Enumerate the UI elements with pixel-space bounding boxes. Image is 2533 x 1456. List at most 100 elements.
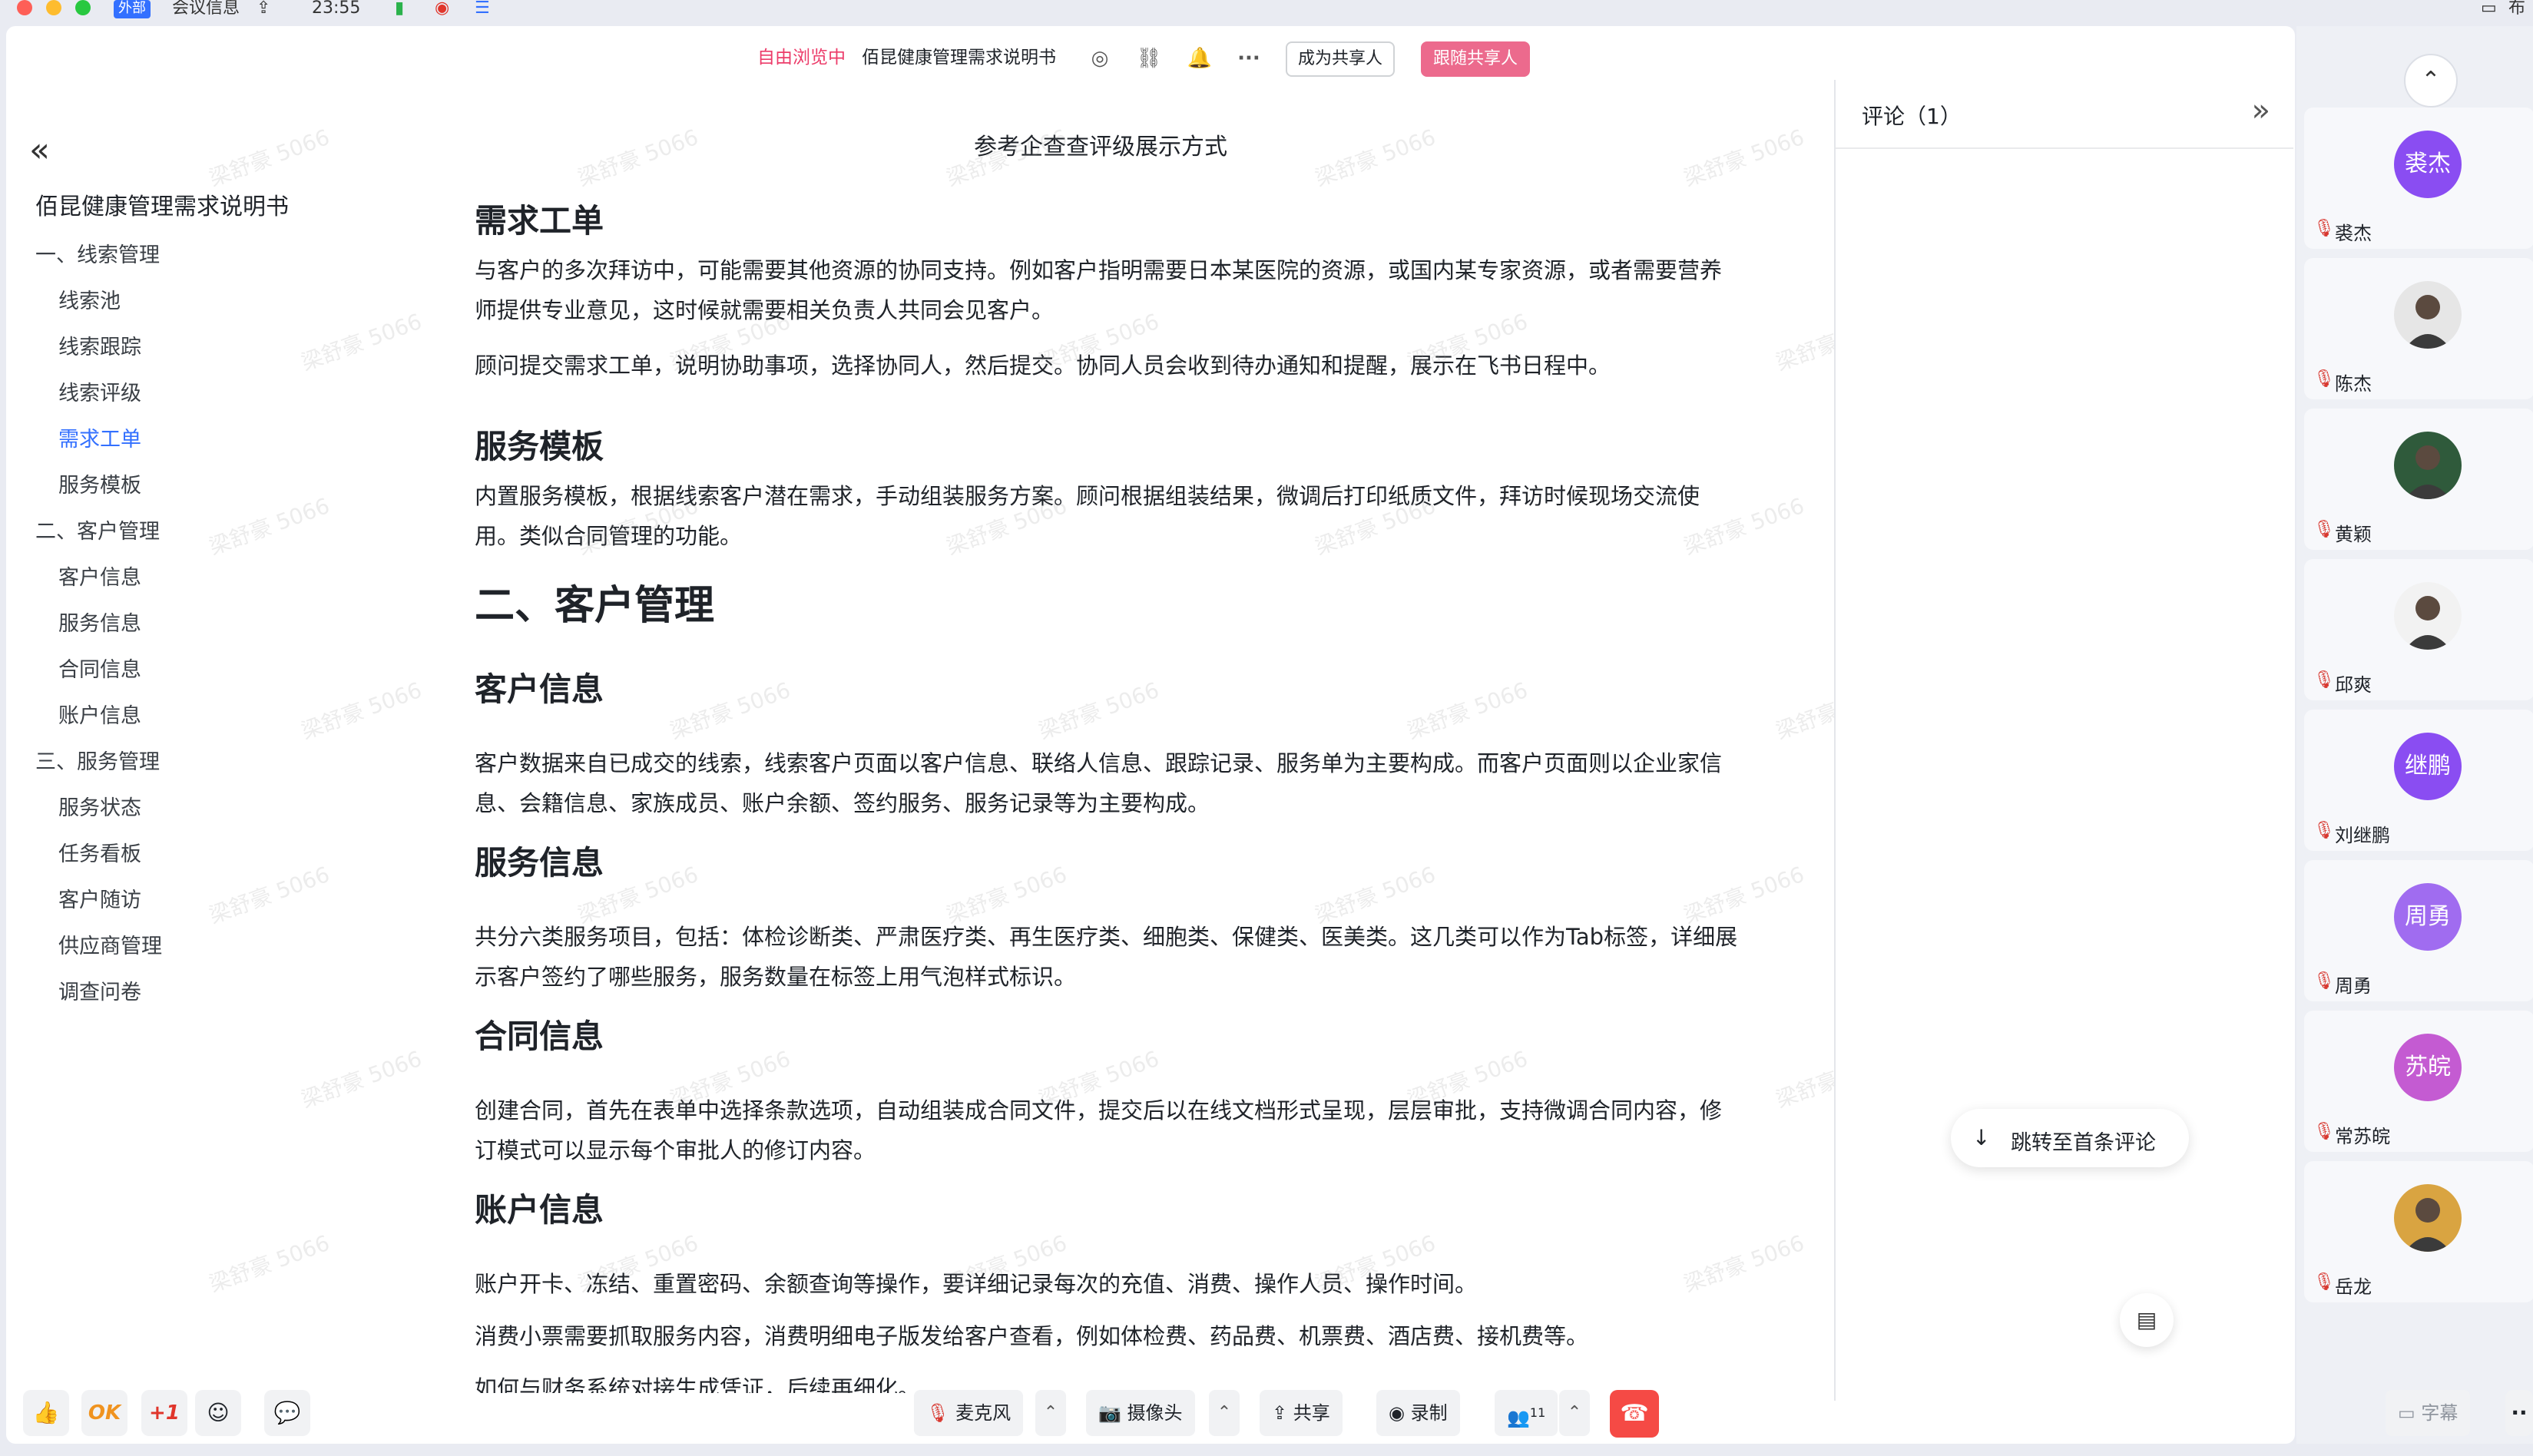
cc-icon: ▭ [2398, 1402, 2415, 1424]
share-icon: ⇪ [1272, 1402, 1288, 1424]
participant-tile[interactable]: 苏皖 🎙 常苏皖 [2304, 1011, 2533, 1152]
collapse-outline-icon[interactable]: « [29, 134, 50, 167]
chat-icon[interactable]: 💬 [264, 1390, 310, 1436]
participants-button[interactable]: 👥11 [1495, 1390, 1558, 1436]
participant-tile[interactable]: 周勇 🎙 周勇 [2304, 860, 2533, 1001]
document-header: 自由浏览中 佰昆健康管理需求说明书 ◎ ⛓ 🔔 ··· 成为共享人 跟随共享人 [6, 37, 2289, 78]
add-participant-icon: 👥 [1507, 1407, 1530, 1428]
hang-up-icon[interactable]: ☎ [1610, 1390, 1659, 1438]
outline-item[interactable]: 服务信息 [58, 607, 141, 637]
outline-item[interactable]: 线索池 [58, 284, 121, 314]
outline-item[interactable]: 服务模板 [58, 468, 141, 498]
mic-muted-icon: 🎙 [2313, 520, 2335, 539]
avatar [2394, 582, 2462, 650]
heading-customer-info: 客户信息 [475, 670, 604, 708]
outline-item[interactable]: 需求工单 [58, 422, 141, 452]
ok-reaction-button[interactable]: OK [81, 1390, 127, 1436]
outline-item[interactable]: 任务看板 [58, 837, 141, 867]
avatar: 周勇 [2394, 883, 2462, 951]
share-button[interactable]: ⇪ 共享 [1260, 1390, 1343, 1436]
mic-off-icon: 🎙 [926, 1402, 950, 1424]
outline-item[interactable]: 账户信息 [58, 699, 141, 729]
jump-to-first-comment-button[interactable]: ↓ 跳转至首条评论 [1951, 1109, 2189, 1167]
outline-item[interactable]: 客户随访 [58, 883, 141, 913]
outline-title[interactable]: 佰昆健康管理需求说明书 [35, 187, 289, 221]
participant-name: 裘杰 [2335, 223, 2372, 244]
participant-tile[interactable]: 🎙 邱爽 [2304, 559, 2533, 700]
comments-header: 评论（1） » [1836, 80, 2293, 149]
notes-icon[interactable]: ☰ [475, 0, 490, 18]
participants-panel: ⌃ 裘杰 🎙 裘杰 🎙 陈杰 🎙 黄颖 🎙 邱爽 继鹏 🎙 刘继鹏 周勇 🎙 周勇 苏皖 🎙 常苏皖 🎙 岳龙 [2296, 26, 2533, 1444]
heading-customer-management: 二、客户管理 [475, 583, 715, 629]
layout-icon[interactable]: ▭ [2481, 0, 2497, 18]
arrow-down-icon: ↓ [1972, 1125, 1991, 1150]
camera-button[interactable]: 📷 摄像头 [1086, 1390, 1195, 1436]
participant-name: 岳龙 [2335, 1276, 2372, 1298]
mic-muted-icon: 🎙 [2313, 369, 2335, 389]
paragraph: 共分六类服务项目，包括：体检诊断类、严肃医疗类、再生医疗类、细胞类、保健类、医美… [475, 924, 1738, 990]
share-link-icon[interactable]: ⇪ [257, 0, 270, 18]
jump-label: 跳转至首条评论 [2011, 1131, 2156, 1155]
captions-button[interactable]: ▭ 字幕 [2386, 1390, 2471, 1436]
more-options-icon[interactable]: ·· [2505, 1390, 2533, 1436]
participant-tile[interactable]: 继鹏 🎙 刘继鹏 [2304, 710, 2533, 851]
record-icon: ◉ [1389, 1402, 1405, 1424]
signal-icon: ▮ [395, 0, 405, 18]
compass-icon[interactable]: ◎ [1086, 45, 1114, 72]
avatar: 苏皖 [2394, 1034, 2462, 1101]
mic-muted-icon: 🎙 [2313, 1272, 2335, 1292]
paragraph: 与客户的多次拜访中，可能需要其他资源的协同支持。例如客户指明需要日本某医院的资源… [475, 257, 1723, 323]
outline-item[interactable]: 供应商管理 [58, 929, 162, 959]
chevron-up-icon[interactable]: ⌃ [2404, 54, 2458, 108]
meeting-info-link[interactable]: 会议信息 [172, 0, 240, 18]
outline-item[interactable]: 服务状态 [58, 791, 141, 821]
browse-mode-label: 自由浏览中 [757, 48, 846, 68]
participant-tile[interactable]: 裘杰 🎙 裘杰 [2304, 108, 2533, 249]
avatar: 裘杰 [2394, 131, 2462, 198]
participants-options-chevron-icon[interactable]: ⌃ [1559, 1390, 1590, 1436]
layout-label[interactable]: 布 [2508, 0, 2525, 18]
document-outline-icon[interactable]: ▤ [2120, 1293, 2174, 1347]
close-comments-icon[interactable]: » [2252, 95, 2270, 126]
emoji-icon[interactable]: ☺ [195, 1390, 241, 1436]
heading-service-template: 服务模板 [475, 428, 604, 465]
outline-item[interactable]: 线索跟踪 [58, 330, 141, 360]
meeting-timer: 23:55 [312, 0, 361, 18]
participant-tile[interactable]: 🎙 陈杰 [2304, 258, 2533, 399]
mic-muted-icon: 🎙 [2313, 219, 2335, 238]
minimize-window-icon[interactable] [46, 0, 61, 15]
mic-options-chevron-icon[interactable]: ⌃ [1035, 1390, 1066, 1436]
participant-tile[interactable]: 🎙 岳龙 [2304, 1161, 2533, 1302]
microphone-button[interactable]: 🎙 麦克风 [914, 1390, 1024, 1436]
heading-contract-info: 合同信息 [475, 1018, 604, 1055]
mic-muted-icon: 🎙 [2313, 971, 2335, 991]
plus-one-button[interactable]: +1 [141, 1390, 187, 1436]
outline-item[interactable]: 线索评级 [58, 376, 141, 406]
outline-item[interactable]: 一、线索管理 [35, 238, 160, 268]
outline-item[interactable]: 调查问卷 [58, 975, 141, 1005]
mic-label: 麦克风 [955, 1402, 1012, 1424]
close-window-icon[interactable] [17, 0, 32, 15]
document-window: 自由浏览中 佰昆健康管理需求说明书 ◎ ⛓ 🔔 ··· 成为共享人 跟随共享人 … [6, 26, 2295, 1444]
mic-muted-icon: 🎙 [2313, 670, 2335, 690]
outline-item[interactable]: 客户信息 [58, 561, 141, 591]
camera-options-chevron-icon[interactable]: ⌃ [1209, 1390, 1240, 1436]
participant-name: 陈杰 [2335, 373, 2372, 395]
participant-name: 邱爽 [2335, 674, 2372, 696]
participant-tile[interactable]: 🎙 黄颖 [2304, 409, 2533, 550]
meeting-toolbar: 👍 OK +1 ☺ 💬 🎙 麦克风 ⌃ 📷 摄像头 ⌃ ⇪ 共享 ◉ 录制 👥1… [0, 1382, 2533, 1444]
outline-item[interactable]: 合同信息 [58, 653, 141, 683]
bell-icon[interactable]: 🔔 [1186, 45, 1214, 72]
thumbs-up-icon[interactable]: 👍 [23, 1390, 69, 1436]
record-button[interactable]: ◉ 录制 [1376, 1390, 1460, 1436]
outline-item[interactable]: 二、客户管理 [35, 515, 160, 544]
maximize-window-icon[interactable] [75, 0, 91, 15]
more-icon[interactable]: ··· [1235, 45, 1263, 72]
outline-item[interactable]: 三、服务管理 [35, 745, 160, 775]
become-presenter-button[interactable]: 成为共享人 [1286, 41, 1396, 77]
link-icon[interactable]: ⛓ [1135, 45, 1163, 72]
heading-account-info: 账户信息 [475, 1191, 604, 1229]
paragraph: 顾问提交需求工单，说明协助事项，选择协同人，然后提交。协同人员会收到待办通知和提… [475, 352, 1611, 379]
follow-presenter-button[interactable]: 跟随共享人 [1421, 41, 1531, 77]
participant-count: 11 [1529, 1405, 1546, 1420]
